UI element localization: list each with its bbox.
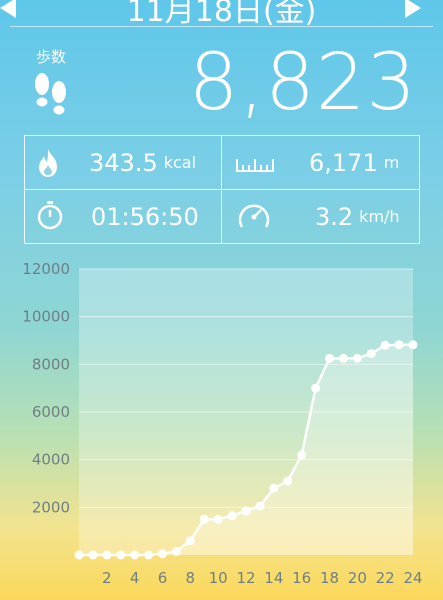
- y-tick-label: 4000: [32, 451, 70, 469]
- calories-stat: 343.5 kcal: [89, 136, 196, 189]
- steps-chart: 200040006000800010000120002 4 6 8 10 12 14 16 18…: [22, 260, 422, 587]
- ruler-icon: [236, 159, 274, 172]
- data-point: [325, 353, 334, 363]
- distance-stat: 6,171 m: [309, 136, 399, 189]
- data-point: [102, 550, 112, 560]
- x-tick-label: 4: [130, 569, 140, 587]
- x-tick-label: 18: [320, 569, 339, 587]
- speed-stat: 3.2 km/h: [315, 190, 400, 243]
- x-tick-label: 22: [376, 569, 395, 587]
- x-tick-label: 16: [292, 569, 311, 587]
- stopwatch-icon: [37, 201, 63, 230]
- calories-unit: kcal: [163, 153, 197, 172]
- data-point: [338, 353, 348, 363]
- data-point: [227, 511, 237, 521]
- speed-value: 3.2: [315, 202, 354, 231]
- data-point: [74, 550, 84, 560]
- data-point: [297, 450, 307, 460]
- time-stat: 01:56:50: [91, 190, 199, 243]
- data-point: [394, 340, 404, 350]
- x-tick-label: 12: [236, 569, 255, 587]
- data-point: [283, 476, 293, 486]
- y-tick-label: 12000: [22, 260, 70, 278]
- data-point: [213, 514, 223, 524]
- x-tick-label: 8: [186, 569, 196, 587]
- data-point: [269, 483, 279, 493]
- data-point: [352, 353, 362, 363]
- data-point: [311, 383, 321, 393]
- data-point: [158, 549, 167, 559]
- distance-value: 6,171: [309, 148, 378, 177]
- x-tick-label: 10: [209, 569, 228, 587]
- distance-unit: m: [383, 153, 400, 172]
- x-tick-label: 20: [348, 569, 367, 587]
- date-navigation: 11月18日(金): [0, 0, 443, 29]
- footprints-icon: [35, 73, 66, 115]
- x-tick-label: 6: [158, 569, 168, 587]
- data-point: [380, 340, 390, 350]
- data-point: [185, 536, 195, 546]
- flame-icon: [39, 149, 57, 177]
- calories-value: 343.5: [89, 148, 158, 177]
- data-point: [199, 514, 209, 524]
- y-tick-label: 6000: [32, 403, 70, 421]
- data-point: [241, 506, 251, 516]
- next-day-button[interactable]: [405, 0, 421, 18]
- data-point: [171, 546, 181, 556]
- x-tick-label: 14: [264, 569, 283, 587]
- data-point: [144, 550, 154, 560]
- x-tick-label: 2: [102, 569, 112, 587]
- step-count: 8,823: [188, 38, 417, 128]
- speed-unit: km/h: [359, 207, 400, 226]
- data-point: [88, 550, 98, 560]
- data-point: [408, 340, 418, 350]
- data-point: [366, 349, 376, 359]
- x-tick-label: 24: [403, 569, 422, 587]
- y-tick-label: 8000: [32, 355, 70, 373]
- y-tick-label: 10000: [22, 308, 70, 326]
- steps-label: 歩数: [36, 48, 67, 66]
- stats-grid: 343.5 kcal 6,171 m 01:56:50 3.2 km/h: [24, 135, 420, 244]
- data-point: [116, 550, 126, 560]
- time-value: 01:56:50: [91, 202, 199, 231]
- data-point: [255, 501, 265, 511]
- speedometer-icon: [238, 204, 270, 228]
- data-point: [130, 550, 140, 560]
- divider: [10, 26, 433, 27]
- y-tick-label: 2000: [32, 498, 70, 516]
